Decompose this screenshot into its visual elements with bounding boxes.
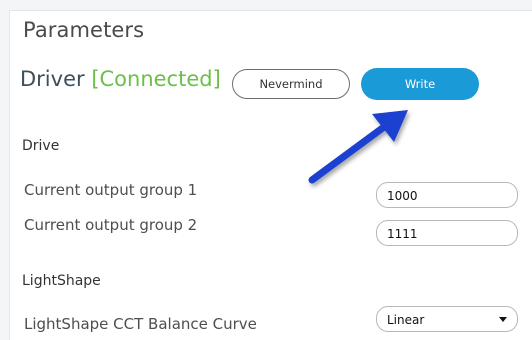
nevermind-button[interactable]: Nevermind: [232, 69, 350, 99]
select-value: Linear: [387, 313, 425, 327]
parameters-panel: [9, 10, 532, 340]
arrow-pointing-to-write-button-icon: [308, 110, 408, 184]
chevron-down-icon: [499, 317, 507, 322]
page-title: Parameters: [23, 18, 145, 42]
field-label-current-output-group-1: Current output group 1: [24, 181, 198, 199]
current-output-group-1-input[interactable]: 1000: [376, 182, 518, 208]
section-title-lightshape: LightShape: [22, 273, 101, 289]
field-label-lightshape-cct-balance-curve: LightShape CCT Balance Curve: [24, 315, 257, 333]
section-title-drive: Drive: [22, 138, 60, 154]
current-output-group-2-input[interactable]: 1111: [376, 220, 518, 246]
driver-status-line: Driver [Connected]: [20, 67, 221, 91]
lightshape-cct-balance-curve-select[interactable]: Linear: [376, 306, 518, 332]
write-button[interactable]: Write: [361, 68, 479, 100]
field-label-current-output-group-2: Current output group 2: [24, 216, 198, 234]
driver-label: Driver: [20, 67, 85, 91]
connection-status: [Connected]: [91, 67, 221, 91]
